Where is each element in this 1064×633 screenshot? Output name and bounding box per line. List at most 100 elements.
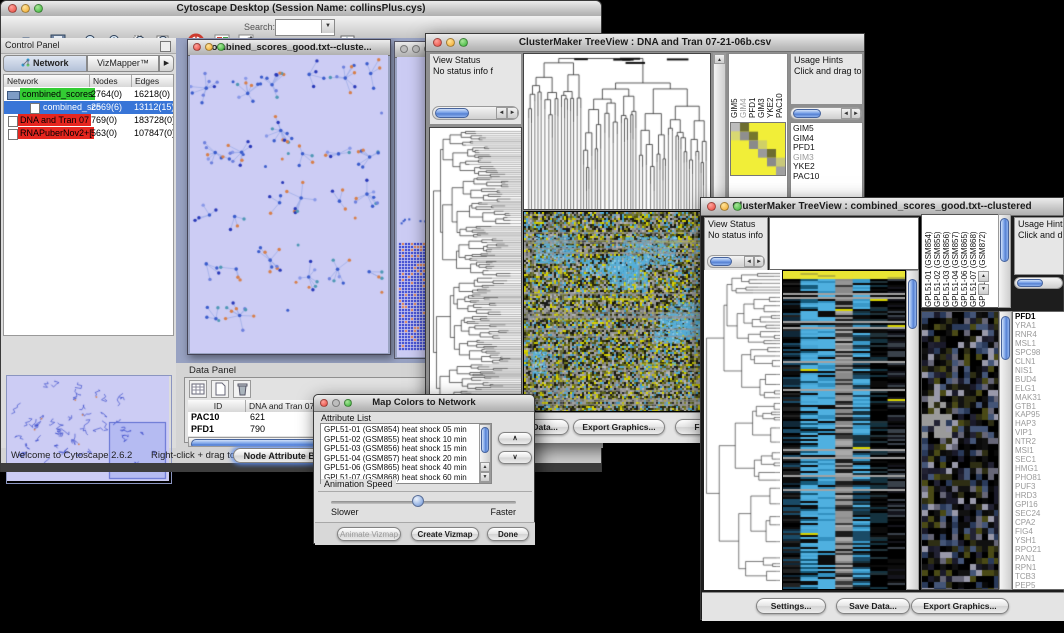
search-input[interactable]: ▼: [275, 19, 335, 36]
tv2-gene-list[interactable]: PFD1YRA1RNR4MSL1SPC98CLN1NIS1BUD4ELG1MAK…: [1012, 311, 1064, 590]
close-icon[interactable]: [433, 38, 442, 47]
scrollbar-thumb[interactable]: [710, 257, 732, 266]
attribute-item[interactable]: GPL51-03 (GSM856) heat shock 15 min: [321, 444, 491, 454]
tv2-column-dendrogram[interactable]: [769, 217, 919, 270]
scroll-down-icon[interactable]: ▼: [978, 284, 989, 295]
scroll-up-icon[interactable]: ▲: [978, 271, 989, 282]
tab-vizmapper[interactable]: VizMapper™: [87, 55, 159, 72]
network-view-title-bar[interactable]: combined_scores_good.txt--cluste...: [188, 40, 390, 56]
data-panel-title: Data Panel: [189, 365, 236, 376]
minimize-icon[interactable]: [21, 4, 30, 13]
row-value: 621: [250, 412, 265, 422]
network-view-canvas[interactable]: [190, 55, 388, 353]
zoom-icon[interactable]: [344, 399, 352, 407]
scrollbar-thumb[interactable]: [481, 427, 489, 453]
tv1-usage-hscrollbar[interactable]: ◄ ►: [790, 107, 862, 120]
tv2-vscrollbar[interactable]: [906, 270, 919, 590]
search-dropdown-arrow-icon[interactable]: ▼: [321, 20, 334, 33]
dialog-title-bar[interactable]: Map Colors to Network: [314, 395, 534, 412]
gene-label[interactable]: PAC10: [791, 172, 862, 182]
col-nodes[interactable]: Nodes: [90, 75, 132, 87]
export-graphics-button[interactable]: Export Graphics...: [573, 419, 665, 435]
scrollbar-thumb[interactable]: [435, 108, 469, 118]
export-graphics-button[interactable]: Export Graphics...: [911, 598, 1009, 614]
tv1-view-status-panel: View Status No status info f ◄ ►: [429, 53, 522, 125]
save-data-button[interactable]: Save Data...: [836, 598, 910, 614]
scroll-up-icon[interactable]: ▲: [480, 462, 490, 472]
view-status-hscrollbar[interactable]: ◄ ►: [432, 106, 519, 120]
tv2-usage-hscrollbar[interactable]: [1014, 277, 1063, 289]
close-icon[interactable]: [320, 399, 328, 407]
view-status-hscrollbar[interactable]: ◄ ►: [707, 255, 765, 268]
tv2-row-dendrogram[interactable]: [704, 270, 782, 590]
col-id[interactable]: ID: [188, 400, 246, 412]
control-panel-tabs: NetworkVizMapper™▶: [3, 55, 174, 72]
tv1-row-dendrogram[interactable]: [429, 127, 522, 411]
create-vizmap-button[interactable]: Create Vizmap: [411, 527, 479, 541]
new-attribute-icon[interactable]: [211, 380, 229, 398]
minimize-icon[interactable]: [332, 399, 340, 407]
attribute-listbox[interactable]: GPL51-01 (GSM854) heat shock 05 minGPL51…: [320, 423, 492, 484]
scrollbar-thumb[interactable]: [1000, 218, 1009, 262]
attribute-item[interactable]: GPL51-02 (GSM855) heat shock 10 min: [321, 435, 491, 445]
network-row-rnapuber[interactable]: RNAPuberNov2+[ 563(0) 107847(0): [4, 127, 174, 140]
scroll-left-icon[interactable]: ◄: [841, 108, 851, 119]
zoom-icon[interactable]: [733, 202, 742, 211]
minimize-icon[interactable]: [205, 43, 213, 51]
minimize-icon[interactable]: [720, 202, 729, 211]
done-button[interactable]: Done: [487, 527, 529, 541]
tv2-heatmap[interactable]: [782, 270, 906, 590]
attribute-item[interactable]: GPL51-01 (GSM854) heat shock 05 min: [321, 425, 491, 435]
column-label: GPL51-04 (GSM857): [951, 217, 960, 307]
float-panel-icon[interactable]: [160, 41, 171, 52]
treeview-dna-title-bar[interactable]: ClusterMaker TreeView : DNA and Tran 07-…: [426, 34, 864, 52]
tab-overflow-button[interactable]: ▶: [159, 55, 174, 72]
animate-vizmap-button[interactable]: Animate Vizmap: [337, 527, 401, 541]
slider-thumb[interactable]: [412, 495, 424, 507]
zoom-icon[interactable]: [217, 43, 225, 51]
tab-network[interactable]: Network: [3, 55, 87, 72]
scroll-up-icon[interactable]: ▲: [714, 54, 725, 64]
close-icon[interactable]: [8, 4, 17, 13]
tv2-zoom-vscrollbar[interactable]: [999, 311, 1012, 590]
network-row-combined-scores[interactable]: combined_scores 2764(0) 16218(0): [4, 88, 174, 101]
col-network[interactable]: Network: [4, 75, 90, 87]
scroll-right-icon[interactable]: ►: [754, 256, 764, 267]
tv2-zoom-heatmap[interactable]: [921, 311, 999, 590]
scrollbar-thumb[interactable]: [908, 279, 917, 329]
tv1-column-dendrogram[interactable]: [523, 53, 711, 210]
tv1-heatmap[interactable]: [523, 211, 711, 412]
attribute-item[interactable]: GPL51-06 (GSM865) heat shock 40 min: [321, 463, 491, 473]
tv2-labels-vscrollbar[interactable]: [998, 214, 1011, 308]
close-icon[interactable]: [193, 43, 201, 51]
gene-label[interactable]: PEP5: [1013, 582, 1064, 590]
move-up-button[interactable]: ∧: [498, 432, 532, 445]
scroll-right-icon[interactable]: ►: [851, 108, 861, 119]
attribute-select-icon[interactable]: [189, 380, 207, 398]
network-row-dna-tran[interactable]: DNA and Tran 07 769(0) 183728(0): [4, 114, 174, 127]
scroll-left-icon[interactable]: ◄: [496, 107, 507, 119]
minimize-icon[interactable]: [412, 45, 420, 53]
scrollbar-thumb[interactable]: [1001, 316, 1010, 360]
treeview-combined-window: ClusterMaker TreeView : combined_scores_…: [700, 197, 1064, 620]
scrollbar-thumb[interactable]: [793, 109, 821, 118]
main-title-bar[interactable]: Cytoscape Desktop (Session Name: collins…: [1, 1, 601, 17]
tv1-global-matrix[interactable]: [730, 122, 786, 176]
network-row-selected[interactable]: combined_sco 2569(6) 13112(15): [4, 101, 174, 114]
scrollbar-thumb[interactable]: [1017, 279, 1043, 287]
settings-button[interactable]: Settings...: [756, 598, 826, 614]
delete-attribute-icon[interactable]: [233, 380, 251, 398]
scroll-left-icon[interactable]: ◄: [744, 256, 754, 267]
close-icon[interactable]: [707, 202, 716, 211]
attribute-item[interactable]: GPL51-04 (GSM857) heat shock 20 min: [321, 454, 491, 464]
column-label: PAC10: [775, 57, 784, 118]
attribute-list-vscrollbar[interactable]: ▲ ▼: [479, 424, 491, 483]
zoom-icon[interactable]: [34, 4, 43, 13]
move-down-button[interactable]: ∨: [498, 451, 532, 464]
scroll-down-icon[interactable]: ▼: [480, 472, 490, 482]
minimize-icon[interactable]: [446, 38, 455, 47]
zoom-icon[interactable]: [459, 38, 468, 47]
close-icon[interactable]: [400, 45, 408, 53]
col-edges[interactable]: Edges: [132, 75, 174, 87]
scroll-right-icon[interactable]: ►: [507, 107, 518, 119]
